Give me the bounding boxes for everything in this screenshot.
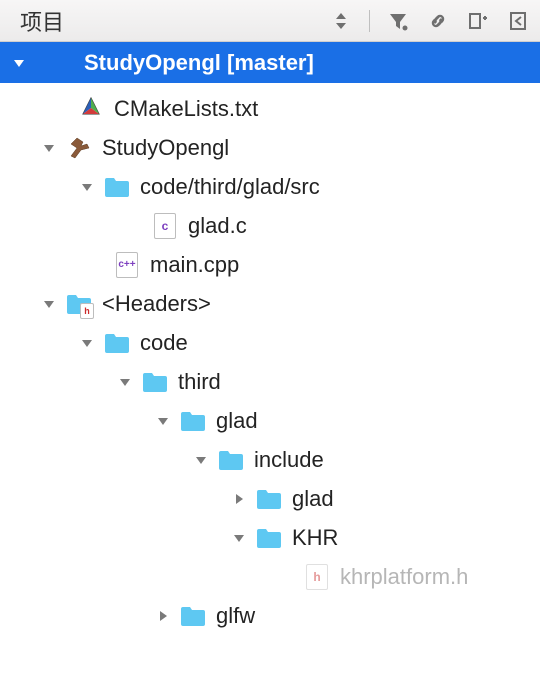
chevron-right-icon[interactable] <box>152 609 174 623</box>
panel-header: 项目 <box>0 0 540 42</box>
chevron-down-icon[interactable] <box>38 297 60 311</box>
folder-icon <box>104 174 130 200</box>
folder-icon <box>104 330 130 356</box>
chevron-down-icon[interactable] <box>190 453 212 467</box>
folder-icon <box>218 447 244 473</box>
filter-icon[interactable] <box>386 9 410 33</box>
folder-label: code <box>140 330 188 356</box>
project-root-label: StudyOpengl [master] <box>84 50 314 76</box>
target-studyopengl[interactable]: StudyOpengl <box>0 128 540 167</box>
folder-third[interactable]: third <box>0 362 540 401</box>
folder-glad[interactable]: glad <box>0 401 540 440</box>
h-file-icon: h <box>304 564 330 590</box>
chevron-right-icon[interactable] <box>228 492 250 506</box>
file-label: CMakeLists.txt <box>114 96 258 122</box>
hammer-icon <box>66 135 92 161</box>
folder-label: include <box>254 447 324 473</box>
project-tree: CMakeLists.txt StudyOpengl code/third/gl… <box>0 83 540 635</box>
headers-group[interactable]: h <Headers> <box>0 284 540 323</box>
add-panel-icon[interactable] <box>466 9 490 33</box>
folder-include[interactable]: include <box>0 440 540 479</box>
folder-label: code/third/glad/src <box>140 174 320 200</box>
chevron-down-icon[interactable] <box>76 336 98 350</box>
sort-toggle-icon[interactable] <box>329 9 353 33</box>
headers-label: <Headers> <box>102 291 211 317</box>
chevron-down-icon[interactable] <box>76 180 98 194</box>
link-icon[interactable] <box>426 9 450 33</box>
c-file-icon: c <box>152 213 178 239</box>
folder-icon <box>180 408 206 434</box>
folder-glfw[interactable]: glfw <box>0 596 540 635</box>
folder-icon <box>256 525 282 551</box>
chevron-down-icon[interactable] <box>152 414 174 428</box>
chevron-down-icon[interactable] <box>8 56 30 70</box>
separator <box>369 10 370 32</box>
file-cmakelists[interactable]: CMakeLists.txt <box>0 89 540 128</box>
file-main-cpp[interactable]: c++ main.cpp <box>0 245 540 284</box>
headers-folder-icon: h <box>66 291 92 317</box>
cmake-icon <box>78 96 104 122</box>
file-label: main.cpp <box>150 252 239 278</box>
project-icon <box>40 51 64 75</box>
project-root-row[interactable]: StudyOpengl [master] <box>0 42 540 83</box>
file-label: khrplatform.h <box>340 564 468 590</box>
folder-src[interactable]: code/third/glad/src <box>0 167 540 206</box>
chevron-down-icon[interactable] <box>228 531 250 545</box>
folder-label: glad <box>216 408 258 434</box>
folder-code[interactable]: code <box>0 323 540 362</box>
collapse-icon[interactable] <box>506 9 530 33</box>
folder-label: KHR <box>292 525 338 551</box>
folder-glad-sub[interactable]: glad <box>0 479 540 518</box>
chevron-down-icon[interactable] <box>114 375 136 389</box>
panel-title: 项目 <box>20 5 329 37</box>
chevron-down-icon[interactable] <box>38 141 60 155</box>
file-label: glad.c <box>188 213 247 239</box>
target-label: StudyOpengl <box>102 135 229 161</box>
folder-icon <box>256 486 282 512</box>
folder-label: third <box>178 369 221 395</box>
folder-label: glfw <box>216 603 255 629</box>
folder-khr[interactable]: KHR <box>0 518 540 557</box>
folder-icon <box>180 603 206 629</box>
folder-icon <box>142 369 168 395</box>
folder-label: glad <box>292 486 334 512</box>
file-glad-c[interactable]: c glad.c <box>0 206 540 245</box>
cpp-file-icon: c++ <box>114 252 140 278</box>
file-khrplatform-h[interactable]: h khrplatform.h <box>0 557 540 596</box>
